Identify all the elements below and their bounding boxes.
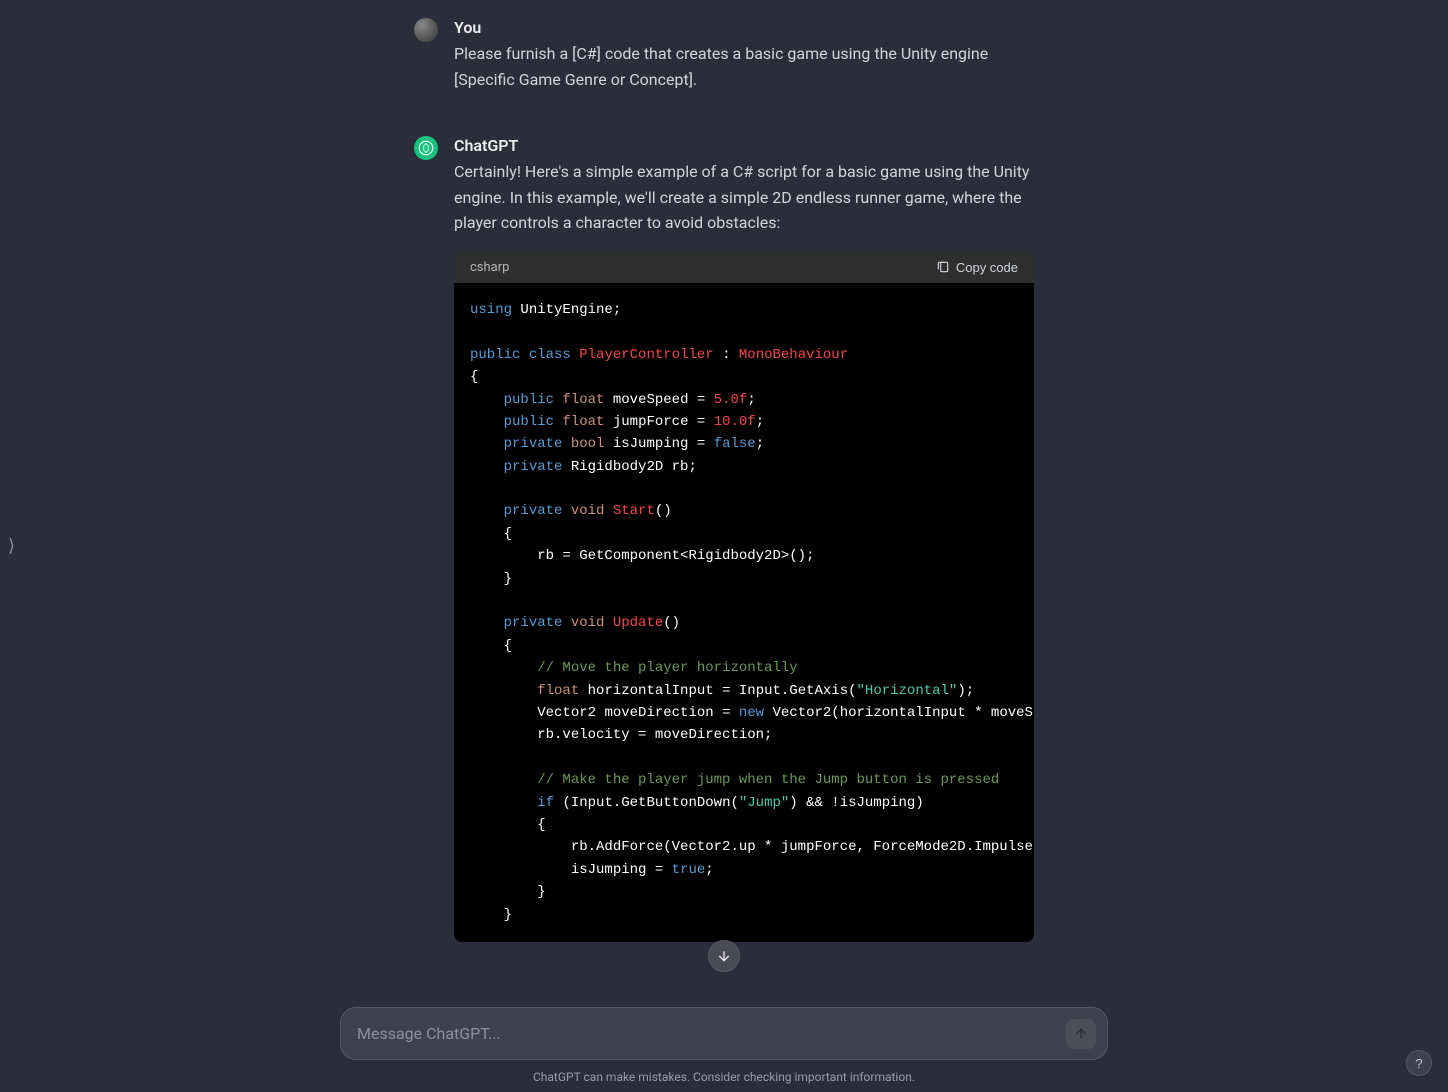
chat-container: You Please furnish a [C#] code that crea… — [404, 0, 1044, 1000]
code-token: // Move the player horizontally — [537, 660, 797, 676]
code-token: } — [537, 884, 545, 900]
code-token: rb.velocity = moveDirection; — [537, 727, 772, 743]
code-token: horizontalInput — [588, 683, 714, 699]
code-token: (Input.GetButtonDown( — [562, 795, 738, 811]
code-token: ; — [705, 862, 713, 878]
clipboard-icon — [936, 260, 950, 274]
send-button[interactable] — [1066, 1019, 1096, 1049]
code-token: rb — [672, 459, 689, 475]
disclaimer-text: ChatGPT can make mistakes. Consider chec… — [10, 1070, 1438, 1084]
code-token: float — [537, 683, 579, 699]
code-token: PlayerController — [579, 347, 713, 363]
assistant-intro-text: Certainly! Here's a simple example of a … — [454, 159, 1034, 236]
code-token: ; — [613, 302, 621, 318]
code-token: Rigidbody2D — [571, 459, 663, 475]
code-token: if — [537, 795, 554, 811]
code-token: public — [470, 347, 520, 363]
code-token: ; — [756, 436, 764, 452]
code-token: ) && !isJumping) — [789, 795, 923, 811]
code-token: { — [537, 817, 545, 833]
chatgpt-logo-icon — [417, 139, 435, 157]
code-token: Input.GetAxis( — [739, 683, 857, 699]
code-token: class — [529, 347, 571, 363]
code-token: Update — [613, 615, 663, 631]
code-token: // Make the player jump when the Jump bu… — [537, 772, 999, 788]
copy-code-button[interactable]: Copy code — [936, 260, 1018, 275]
code-token: { — [504, 526, 512, 542]
code-token: false — [714, 436, 756, 452]
code-token: Vector2(horizontalInput * moveSpeed — [773, 705, 1035, 721]
code-token: private — [504, 503, 563, 519]
code-token: void — [571, 503, 605, 519]
code-token: UnityEngine — [520, 302, 612, 318]
code-token: isJumping — [613, 436, 689, 452]
code-content[interactable]: using UnityEngine; public class PlayerCo… — [454, 283, 1034, 942]
code-token: private — [504, 436, 563, 452]
code-token: ; — [747, 392, 755, 408]
user-message-text: Please furnish a [C#] code that creates … — [454, 41, 1034, 92]
code-token: true — [672, 862, 706, 878]
user-name: You — [454, 18, 1034, 37]
code-token: { — [504, 638, 512, 654]
code-token: } — [504, 907, 512, 923]
code-token: public — [504, 392, 554, 408]
assistant-message: ChatGPT Certainly! Here's a simple examp… — [414, 128, 1034, 950]
help-label: ? — [1415, 1056, 1422, 1071]
code-language-label: csharp — [470, 260, 509, 275]
code-token: private — [504, 459, 563, 475]
assistant-avatar — [414, 136, 438, 160]
code-token: ); — [957, 683, 974, 699]
code-token: 5.0f — [714, 392, 748, 408]
assistant-name: ChatGPT — [454, 136, 1034, 155]
code-token: "Jump" — [739, 795, 789, 811]
code-token: 10.0f — [714, 414, 756, 430]
code-token: = — [697, 392, 705, 408]
sidebar-toggle-icon[interactable]: ⟩ — [8, 536, 15, 557]
code-header: csharp Copy code — [454, 252, 1034, 283]
code-token: float — [562, 392, 604, 408]
code-token: void — [571, 615, 605, 631]
copy-code-label: Copy code — [956, 260, 1018, 275]
code-token: = — [722, 683, 730, 699]
input-area: ChatGPT can make mistakes. Consider chec… — [0, 1007, 1448, 1092]
code-token: () — [663, 615, 680, 631]
code-token: MonoBehaviour — [739, 347, 848, 363]
code-block: csharp Copy code using UnityEngine; publ… — [454, 252, 1034, 942]
assistant-message-content: ChatGPT Certainly! Here's a simple examp… — [454, 136, 1034, 942]
code-token: Start — [613, 503, 655, 519]
code-token: rb = GetComponent<Rigidbody2D>(); — [537, 548, 814, 564]
code-token: ; — [688, 459, 696, 475]
code-token: = — [697, 414, 705, 430]
code-token: moveSpeed — [613, 392, 689, 408]
code-token: () — [655, 503, 672, 519]
code-token: moveDirection — [604, 705, 713, 721]
code-token: float — [562, 414, 604, 430]
arrow-up-icon — [1073, 1026, 1089, 1042]
code-token: : — [722, 347, 730, 363]
code-token: rb.AddForce(Vector2.up * jumpForce, Forc… — [571, 839, 1034, 855]
code-token: new — [739, 705, 764, 721]
code-token: = — [722, 705, 730, 721]
code-token: public — [504, 414, 554, 430]
code-token: isJumping = — [571, 862, 663, 878]
code-token: bool — [571, 436, 605, 452]
code-token: = — [697, 436, 705, 452]
code-token: { — [470, 369, 478, 385]
user-avatar — [414, 18, 438, 42]
code-token: using — [470, 302, 512, 318]
code-token: private — [504, 615, 563, 631]
code-token: jumpForce — [613, 414, 689, 430]
input-wrapper — [340, 1007, 1108, 1060]
user-message: You Please furnish a [C#] code that crea… — [414, 10, 1034, 100]
code-token: } — [504, 571, 512, 587]
scroll-to-bottom-button[interactable] — [708, 940, 740, 972]
arrow-down-icon — [716, 948, 732, 964]
code-token: "Horizontal" — [857, 683, 958, 699]
message-input[interactable] — [340, 1007, 1108, 1060]
help-button[interactable]: ? — [1406, 1050, 1432, 1076]
user-message-content: You Please furnish a [C#] code that crea… — [454, 18, 1034, 92]
code-token: Vector2 — [537, 705, 596, 721]
code-token: ; — [756, 414, 764, 430]
